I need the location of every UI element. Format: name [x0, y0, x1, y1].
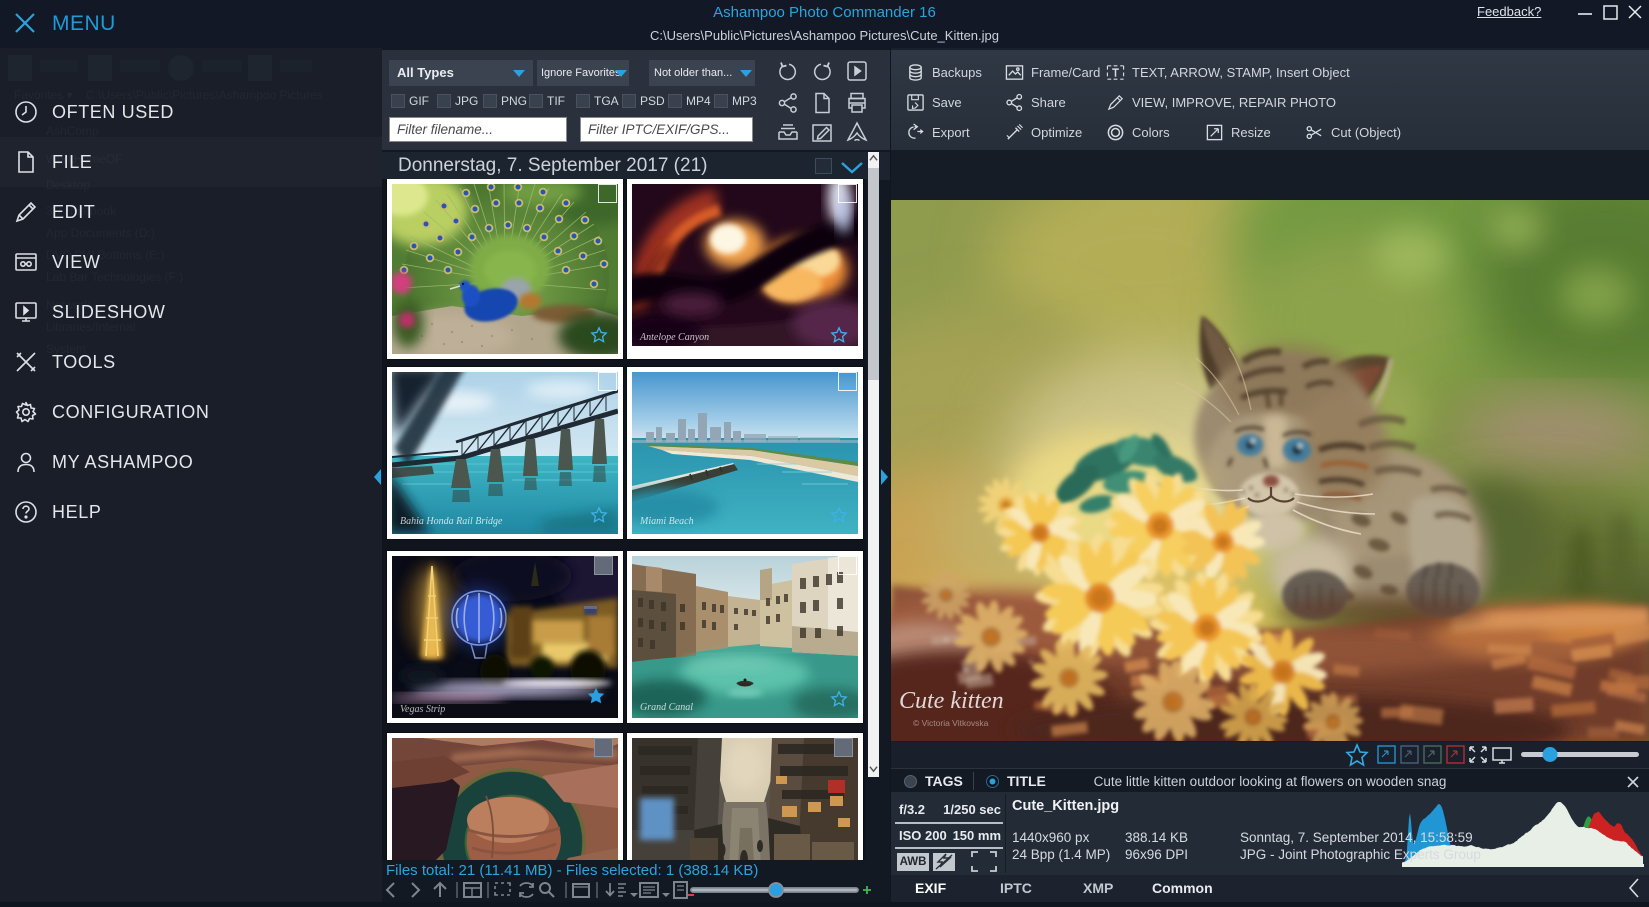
- svg-text:Grand Canal: Grand Canal: [640, 702, 693, 713]
- svg-text:Cute kitten: Cute kitten: [899, 688, 1004, 714]
- svg-text:Vegas Strip: Vegas Strip: [400, 704, 445, 715]
- svg-text:Antelope Canyon: Antelope Canyon: [639, 332, 709, 343]
- svg-text:© Victoria Vitkovska: © Victoria Vitkovska: [913, 718, 989, 728]
- svg-text:Miami Beach: Miami Beach: [639, 516, 694, 527]
- svg-text:Bahia Honda Rail Bridge: Bahia Honda Rail Bridge: [400, 516, 503, 527]
